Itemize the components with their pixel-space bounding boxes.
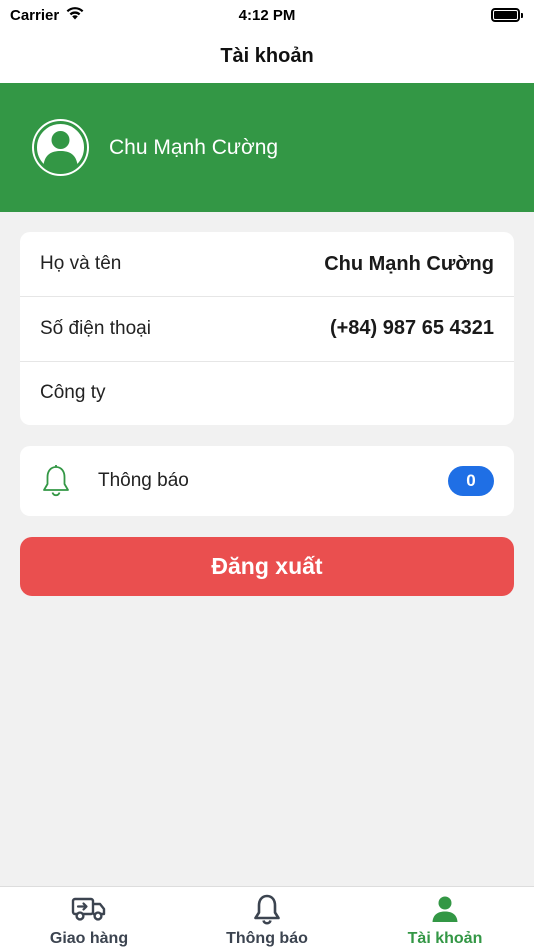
bell-icon [40, 463, 72, 499]
user-avatar-icon [34, 121, 87, 174]
truck-icon [71, 894, 107, 924]
info-row-full-name: Họ và tên Chu Mạnh Cường [20, 232, 514, 296]
info-label: Số điện thoại [40, 317, 151, 339]
info-row-phone: Số điện thoại (+84) 987 65 4321 [20, 296, 514, 360]
status-bar: Carrier 4:12 PM [0, 0, 534, 30]
account-screen: Carrier 4:12 PM Tài khoản Chu Mạnh Cường… [0, 0, 534, 950]
info-row-company: Công ty [20, 360, 514, 425]
tab-bar: Giao hàng Thông báo Tài khoản [0, 886, 534, 950]
bell-icon [253, 894, 281, 925]
tab-label: Thông báo [226, 930, 308, 947]
battery-level [494, 11, 517, 19]
profile-header: Chu Mạnh Cường [0, 83, 534, 212]
tab-label: Giao hàng [49, 930, 129, 947]
carrier-label: Carrier [10, 6, 60, 24]
notification-row[interactable]: Thông báo 0 [20, 446, 514, 516]
nav-bar: Tài khoản [0, 30, 534, 83]
tab-notifications[interactable]: Thông báo [178, 887, 356, 950]
info-label: Công ty [40, 382, 106, 404]
logout-button[interactable]: Đăng xuất [20, 537, 514, 596]
tab-label: Tài khoản [407, 930, 483, 947]
wifi-icon [65, 6, 85, 24]
notification-count-badge: 0 [448, 466, 494, 496]
notification-label: Thông báo [98, 470, 189, 491]
info-value: Chu Mạnh Cường [324, 252, 494, 275]
status-left: Carrier [10, 6, 85, 24]
avatar [32, 119, 89, 176]
battery-icon [491, 8, 523, 22]
page-title: Tài khoản [220, 45, 314, 67]
info-card: Họ và tên Chu Mạnh Cường Số điện thoại (… [20, 232, 514, 425]
profile-name: Chu Mạnh Cường [109, 135, 279, 159]
tab-account[interactable]: Tài khoản [356, 887, 534, 950]
person-icon [431, 894, 459, 924]
info-label: Họ và tên [40, 253, 122, 275]
tab-delivery[interactable]: Giao hàng [0, 887, 178, 950]
info-value: (+84) 987 65 4321 [329, 317, 494, 340]
